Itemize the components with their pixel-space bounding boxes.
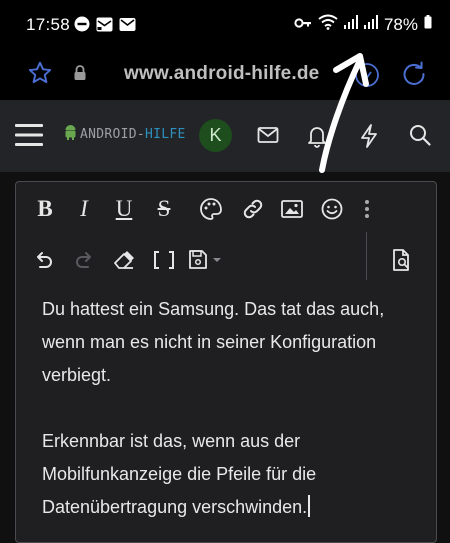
do-not-disturb-icon (74, 16, 90, 37)
signal-sim1-icon (343, 15, 358, 34)
italic-label: I (80, 196, 88, 221)
code-brackets-icon[interactable] (149, 245, 179, 275)
lock-icon[interactable] (73, 65, 87, 86)
reload-icon[interactable] (400, 60, 428, 93)
paragraph-2: Erkennbar ist das, wenn aus der Mobilfun… (42, 425, 422, 524)
status-bar: 17:58 78% (0, 0, 450, 52)
eraser-icon[interactable] (109, 245, 139, 275)
logo-text: ANDROID-HILFE (80, 127, 186, 142)
user-avatar[interactable]: K (199, 119, 232, 152)
logo-text-accent: HILFE (145, 127, 186, 142)
link-icon[interactable] (238, 194, 268, 224)
inbox-icon[interactable] (257, 124, 279, 151)
preview-icon[interactable] (386, 245, 416, 275)
android-robot-icon (64, 124, 77, 145)
signal-sim2-icon (363, 15, 378, 34)
mail-notification-icon (96, 17, 113, 37)
post-editor: B I U S Du hattest ein Samsung. Das tat … (15, 181, 437, 543)
battery-icon (424, 15, 432, 34)
browser-address-bar: www.android-hilfe.de (0, 52, 450, 100)
search-icon[interactable] (409, 124, 431, 151)
menu-icon[interactable] (15, 123, 43, 152)
more-options-icon[interactable] (352, 194, 382, 224)
strike-label: S (157, 196, 171, 221)
palette-icon[interactable] (196, 194, 226, 224)
site-logo[interactable]: ANDROID-HILFE (64, 124, 186, 145)
editor-content[interactable]: Du hattest ein Samsung. Das tat das auch… (42, 293, 422, 524)
strikethrough-button[interactable]: S (149, 194, 179, 224)
notification-icons (74, 16, 136, 37)
underline-button[interactable]: U (109, 194, 139, 224)
status-time: 17:58 (26, 15, 71, 34)
paragraph-2-text: Erkennbar ist das, wenn aus der Mobilfun… (42, 431, 317, 517)
text-caret (308, 495, 310, 517)
battery-percentage: 78% (383, 14, 418, 34)
underline-label: U (115, 196, 133, 221)
italic-button[interactable]: I (69, 194, 99, 224)
tabs-counter-icon[interactable] (354, 62, 380, 93)
emoji-icon[interactable] (317, 194, 347, 224)
bold-label: B (37, 196, 53, 221)
image-icon[interactable] (277, 194, 307, 224)
bookmark-star-icon[interactable] (27, 60, 53, 91)
url-field[interactable]: www.android-hilfe.de (124, 63, 319, 85)
lightning-icon[interactable] (359, 124, 379, 153)
toolbar-divider (366, 232, 367, 280)
paragraph-1: Du hattest ein Samsung. Das tat das auch… (42, 299, 385, 385)
wifi-icon (318, 14, 338, 35)
system-icons: 78% (294, 14, 432, 35)
email-notification-icon (119, 17, 136, 37)
redo-icon[interactable] (70, 245, 100, 275)
bell-icon[interactable] (306, 124, 328, 153)
undo-icon[interactable] (28, 245, 58, 275)
bold-button[interactable]: B (30, 194, 60, 224)
logo-text-main: ANDROID- (80, 127, 146, 142)
vpn-key-icon (294, 16, 312, 34)
forum-header: ANDROID-HILFE K (0, 100, 450, 172)
editor-toolbar: B I U S (16, 194, 436, 226)
save-draft-dropdown[interactable] (186, 245, 228, 275)
